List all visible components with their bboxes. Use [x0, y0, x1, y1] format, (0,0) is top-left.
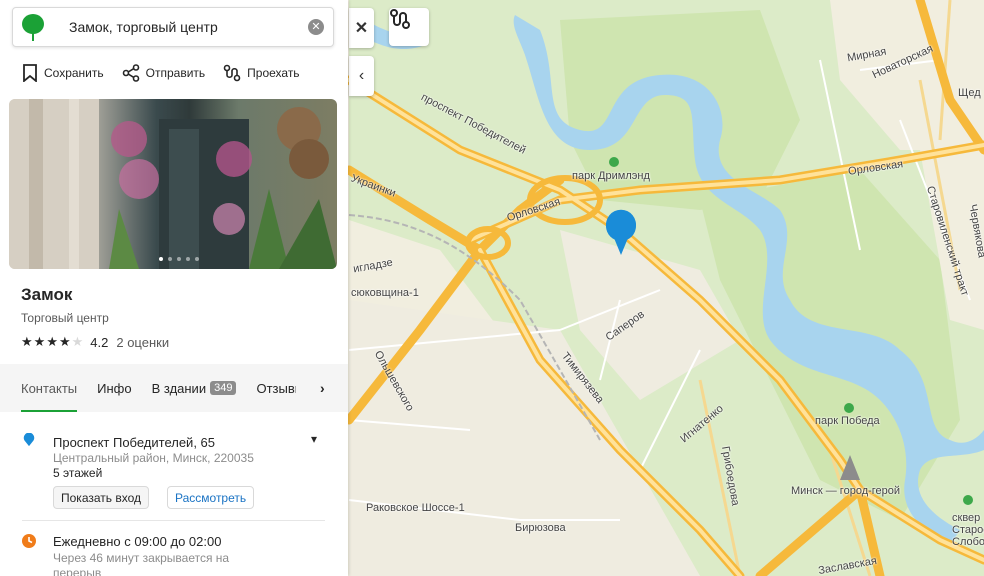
share-icon	[122, 64, 139, 82]
gallery-dot[interactable]	[168, 257, 172, 261]
share-button[interactable]: Отправить	[122, 64, 206, 82]
map-label: Щед	[958, 87, 981, 99]
map-label: сквер Старостин Слобод	[952, 512, 984, 548]
search-input[interactable]: Замок, торговый центр	[53, 19, 308, 35]
gallery-dot[interactable]	[186, 257, 190, 261]
tab-bar: Контакты Инфо В здании349 Отзывы	[21, 364, 296, 412]
place-photo-gallery[interactable]	[9, 99, 337, 269]
place-photo	[9, 99, 337, 269]
show-entrance-button[interactable]: Показать вход	[53, 486, 149, 509]
2gis-logo-icon	[13, 7, 53, 47]
place-title: Замок	[21, 285, 73, 304]
rating-count[interactable]: 2 оценки	[116, 335, 169, 350]
save-label: Сохранить	[44, 66, 104, 80]
star-icon: ★	[46, 334, 58, 349]
directions-label: Проехать	[247, 66, 300, 80]
map-label: парк Дримлэнд	[572, 170, 650, 182]
star-icon: ★	[58, 334, 71, 349]
chevron-left-icon: ‹	[358, 67, 365, 84]
place-category: Торговый центр	[21, 311, 109, 325]
gallery-dot[interactable]	[159, 257, 163, 261]
location-pin-icon	[23, 433, 35, 447]
count-badge: 349	[210, 381, 237, 395]
collapse-panel-button[interactable]: ‹	[349, 56, 374, 96]
closing-status: Через 46 минут закрывается на перерыв	[53, 551, 230, 576]
tab-info[interactable]: Инфо	[97, 364, 131, 412]
save-button[interactable]: Сохранить	[22, 64, 104, 82]
map-label: сюковщина-1	[351, 287, 419, 299]
tab-in-building[interactable]: В здании 349	[152, 364, 237, 412]
working-hours: Ежедневно с 09:00 до 02:00	[53, 534, 222, 549]
clear-search-icon[interactable]: ✕	[308, 19, 324, 35]
map-label: Бирюзова	[515, 522, 566, 534]
directions-button[interactable]: Проехать	[223, 64, 300, 82]
route-icon	[390, 9, 410, 29]
rating-row[interactable]: ★ ★ ★ ★ ★ 4.2 2 оценки	[21, 334, 169, 350]
gallery-dots	[159, 257, 199, 261]
gallery-dot[interactable]	[177, 257, 181, 261]
map-label: Раковское Шоссе-1	[366, 502, 465, 514]
tab-label: В здании	[151, 380, 207, 396]
divider	[22, 520, 325, 521]
action-bar: Сохранить Отправить Проехать	[22, 64, 300, 82]
tab-label: Контакты	[21, 380, 78, 396]
star-empty-icon: ★	[71, 334, 84, 349]
star-icon: ★	[33, 334, 46, 349]
route-button[interactable]	[389, 8, 429, 46]
gallery-dot[interactable]	[195, 257, 199, 261]
clock-icon	[22, 534, 36, 548]
tab-label: Инфо	[97, 380, 132, 396]
tab-label: Отзывы	[256, 380, 296, 396]
close-icon: ✕	[354, 20, 369, 37]
building-floors: 5 этажей	[53, 466, 103, 480]
share-label: Отправить	[145, 66, 206, 80]
address-district: Центральный район, Минск, 220035	[53, 451, 254, 465]
tab-contacts[interactable]: Контакты	[21, 364, 78, 412]
bookmark-icon	[23, 64, 37, 82]
close-panel-button[interactable]: ✕	[349, 8, 374, 48]
place-panel: Замок, торговый центр ✕ Сохранить Отправ…	[0, 0, 348, 576]
tab-reviews[interactable]: Отзывы	[256, 364, 296, 412]
view-button[interactable]: Рассмотреть	[167, 486, 255, 509]
star-icon: ★	[21, 334, 33, 349]
map-label: Минск — город-герой	[791, 485, 901, 497]
chevron-right-icon[interactable]: ›	[320, 380, 325, 396]
search-box[interactable]: Замок, торговый центр ✕	[12, 7, 334, 47]
route-icon	[223, 64, 241, 82]
address-street: Проспект Победителей, 65	[53, 435, 216, 450]
rating-score: 4.2	[90, 334, 109, 350]
chevron-down-icon[interactable]: ▾	[311, 432, 317, 446]
map-label: парк Победа	[815, 415, 880, 427]
